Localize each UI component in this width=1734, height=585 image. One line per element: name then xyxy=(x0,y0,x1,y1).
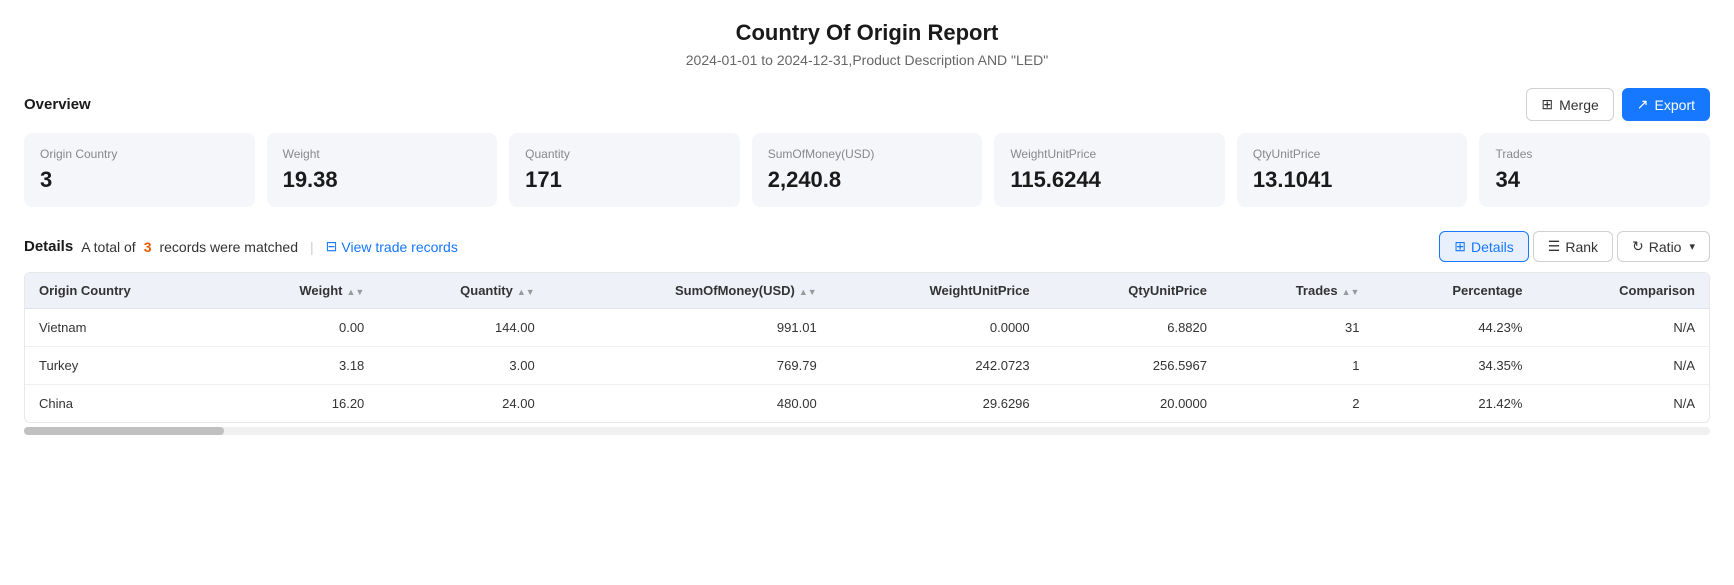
cell-0-3: 991.01 xyxy=(549,309,831,347)
stat-card-3: SumOfMoney(USD) 2,240.8 xyxy=(752,133,983,207)
merge-label: Merge xyxy=(1559,97,1599,113)
report-subtitle: 2024-01-01 to 2024-12-31,Product Descrip… xyxy=(24,52,1710,68)
data-table-wrapper: Origin CountryWeight▲▼Quantity▲▼SumOfMon… xyxy=(24,272,1710,423)
export-label: Export xyxy=(1655,97,1695,113)
details-label: Details xyxy=(24,238,73,255)
cell-0-5: 6.8820 xyxy=(1044,309,1221,347)
cell-1-1: 3.18 xyxy=(224,347,378,385)
tab-ratio[interactable]: ↻Ratio▾ xyxy=(1617,231,1710,262)
stat-card-2: Quantity 171 xyxy=(509,133,740,207)
cell-0-4: 0.0000 xyxy=(831,309,1044,347)
overview-label: Overview xyxy=(24,96,91,113)
divider: | xyxy=(310,239,314,255)
cell-1-5: 256.5967 xyxy=(1044,347,1221,385)
view-trade-records-link[interactable]: ⊟ View trade records xyxy=(326,238,458,255)
cell-0-6: 31 xyxy=(1221,309,1373,347)
export-icon: ↗ xyxy=(1637,96,1649,113)
export-button[interactable]: ↗ Export xyxy=(1622,88,1710,121)
table-row: Turkey3.183.00769.79242.0723256.5967134.… xyxy=(25,347,1709,385)
stat-value-0: 3 xyxy=(40,167,239,193)
cell-2-1: 16.20 xyxy=(224,385,378,423)
cell-0-2: 144.00 xyxy=(378,309,548,347)
tab-details[interactable]: ⊞Details xyxy=(1439,231,1529,262)
stat-card-4: WeightUnitPrice 115.6244 xyxy=(994,133,1225,207)
col-header-7: Percentage xyxy=(1373,273,1536,309)
cell-0-8: N/A xyxy=(1536,309,1709,347)
cell-2-8: N/A xyxy=(1536,385,1709,423)
table-row: China16.2024.00480.0029.629620.0000221.4… xyxy=(25,385,1709,423)
rank-tab-icon: ☰ xyxy=(1548,238,1561,255)
merge-icon: ⊞ xyxy=(1541,96,1553,113)
stat-value-1: 19.38 xyxy=(283,167,482,193)
details-tab-icon: ⊞ xyxy=(1454,238,1466,255)
stat-value-4: 115.6244 xyxy=(1010,167,1209,193)
matched-count: 3 xyxy=(144,239,152,255)
col-header-4: WeightUnitPrice xyxy=(831,273,1044,309)
stat-card-6: Trades 34 xyxy=(1479,133,1710,207)
stat-label-6: Trades xyxy=(1495,147,1694,161)
tab-rank[interactable]: ☰Rank xyxy=(1533,231,1613,262)
overview-section-header: Overview ⊞ Merge ↗ Export xyxy=(24,88,1710,121)
table-icon: ⊟ xyxy=(326,238,338,255)
cell-1-7: 34.35% xyxy=(1373,347,1536,385)
cell-1-4: 242.0723 xyxy=(831,347,1044,385)
stat-value-2: 171 xyxy=(525,167,724,193)
cell-0-0: Vietnam xyxy=(25,309,224,347)
cell-1-3: 769.79 xyxy=(549,347,831,385)
cell-2-7: 21.42% xyxy=(1373,385,1536,423)
cell-2-3: 480.00 xyxy=(549,385,831,423)
cell-2-4: 29.6296 xyxy=(831,385,1044,423)
scrollbar-thumb xyxy=(24,427,224,435)
stat-label-0: Origin Country xyxy=(40,147,239,161)
report-header: Country Of Origin Report 2024-01-01 to 2… xyxy=(24,20,1710,68)
cell-1-2: 3.00 xyxy=(378,347,548,385)
col-header-2[interactable]: Quantity▲▼ xyxy=(378,273,548,309)
table-row: Vietnam0.00144.00991.010.00006.88203144.… xyxy=(25,309,1709,347)
details-info: Details A total of 3 records were matche… xyxy=(24,238,458,255)
cell-0-1: 0.00 xyxy=(224,309,378,347)
overview-btn-group: ⊞ Merge ↗ Export xyxy=(1526,88,1710,121)
stat-value-5: 13.1041 xyxy=(1253,167,1452,193)
stat-card-5: QtyUnitPrice 13.1041 xyxy=(1237,133,1468,207)
merge-button[interactable]: ⊞ Merge xyxy=(1526,88,1613,121)
stat-card-0: Origin Country 3 xyxy=(24,133,255,207)
stat-label-4: WeightUnitPrice xyxy=(1010,147,1209,161)
cell-2-5: 20.0000 xyxy=(1044,385,1221,423)
ratio-dropdown-icon: ▾ xyxy=(1689,240,1695,253)
scrollbar[interactable] xyxy=(24,427,1710,435)
stat-value-6: 34 xyxy=(1495,167,1694,193)
stat-value-3: 2,240.8 xyxy=(768,167,967,193)
cell-2-2: 24.00 xyxy=(378,385,548,423)
sort-icon-1: ▲▼ xyxy=(346,288,364,297)
cell-2-6: 2 xyxy=(1221,385,1373,423)
col-header-8: Comparison xyxy=(1536,273,1709,309)
stat-card-1: Weight 19.38 xyxy=(267,133,498,207)
cell-0-7: 44.23% xyxy=(1373,309,1536,347)
data-table: Origin CountryWeight▲▼Quantity▲▼SumOfMon… xyxy=(25,273,1709,422)
sort-icon-2: ▲▼ xyxy=(517,288,535,297)
sort-icon-6: ▲▼ xyxy=(1342,288,1360,297)
cell-1-6: 1 xyxy=(1221,347,1373,385)
stats-row: Origin Country 3 Weight 19.38 Quantity 1… xyxy=(24,133,1710,207)
report-title: Country Of Origin Report xyxy=(24,20,1710,46)
stat-label-2: Quantity xyxy=(525,147,724,161)
matched-suffix: records were matched xyxy=(159,239,298,255)
col-header-3[interactable]: SumOfMoney(USD)▲▼ xyxy=(549,273,831,309)
stat-label-5: QtyUnitPrice xyxy=(1253,147,1452,161)
cell-2-0: China xyxy=(25,385,224,423)
col-header-0: Origin Country xyxy=(25,273,224,309)
stat-label-3: SumOfMoney(USD) xyxy=(768,147,967,161)
sort-icon-3: ▲▼ xyxy=(799,288,817,297)
details-section-header: Details A total of 3 records were matche… xyxy=(24,231,1710,262)
stat-label-1: Weight xyxy=(283,147,482,161)
ratio-tab-icon: ↻ xyxy=(1632,238,1644,255)
view-link-label: View trade records xyxy=(341,239,457,255)
cell-1-0: Turkey xyxy=(25,347,224,385)
col-header-6[interactable]: Trades▲▼ xyxy=(1221,273,1373,309)
col-header-1[interactable]: Weight▲▼ xyxy=(224,273,378,309)
cell-1-8: N/A xyxy=(1536,347,1709,385)
matched-text: A total of xyxy=(81,239,135,255)
col-header-5: QtyUnitPrice xyxy=(1044,273,1221,309)
view-tabs: ⊞Details☰Rank↻Ratio▾ xyxy=(1439,231,1710,262)
